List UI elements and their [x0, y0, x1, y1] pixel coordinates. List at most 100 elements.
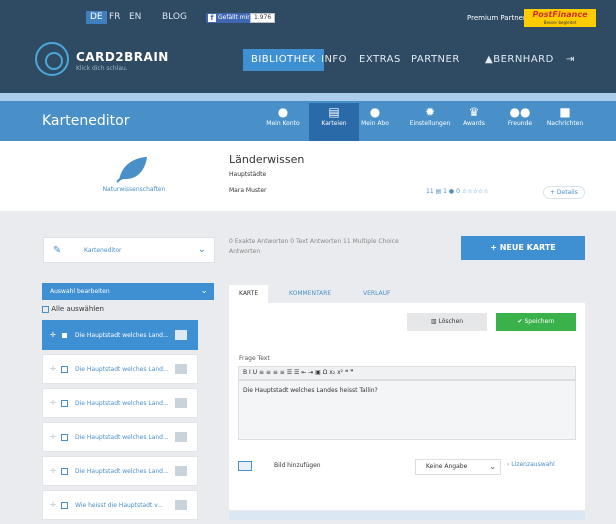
rich-text-toolbar[interactable]: B I U ≡ ≡ ≡ ≡ ☰ ☰ ⇤ ⇥ ▣ Ω x₂ x² ❝ ❞	[238, 366, 576, 380]
user-menu[interactable]: ▲BERNHARD	[485, 49, 554, 71]
menu-icon[interactable]	[175, 500, 187, 510]
list-item[interactable]: ✛ Die Hauptstadt welches Land...	[42, 388, 198, 418]
list-item[interactable]: ✛ Die Hauptstadt welches Land...	[42, 320, 198, 350]
delete-button[interactable]: ▥ Löschen	[407, 313, 487, 331]
list-item[interactable]: ✛ Wie heisst die Hauptstadt v...	[42, 490, 198, 520]
license-select-value: Keine Angabe	[426, 463, 468, 470]
tab-verlauf[interactable]: VERLAUF	[353, 285, 401, 303]
card-count: 11	[426, 188, 434, 195]
tab-freunde[interactable]: ●● Freunde	[495, 103, 545, 141]
menu-icon[interactable]	[175, 330, 187, 340]
subscription-icon: ●	[369, 105, 381, 119]
list-item[interactable]: ✛ Die Hauptstadt welches Land...	[42, 354, 198, 384]
select-all[interactable]: Alle auswählen	[42, 304, 104, 314]
drag-handle-icon[interactable]: ✛	[50, 365, 56, 373]
item-checkbox[interactable]	[61, 502, 68, 509]
brain-logo-icon[interactable]	[35, 42, 69, 76]
nav-info[interactable]: INFO	[321, 49, 347, 71]
blog-link[interactable]: BLOG	[162, 11, 187, 24]
tab-mein-abo[interactable]: ● Mein Abo	[350, 103, 400, 141]
language-de[interactable]: DE	[86, 11, 107, 24]
user-icon: ●	[448, 188, 455, 195]
main-header: CARD2BRAIN Klick dich schlau. BIBLIOTHEK…	[0, 33, 616, 93]
question-label: Frage Text	[239, 355, 270, 362]
item-checkbox[interactable]	[61, 366, 68, 373]
delete-label: Löschen	[438, 318, 464, 325]
trophy-icon: ♛	[468, 105, 480, 119]
tab-einstellungen[interactable]: ✹ Einstellungen	[405, 103, 455, 141]
select-all-checkbox[interactable]	[42, 305, 49, 313]
save-button[interactable]: ✔ Speichern	[496, 313, 576, 331]
question-textarea[interactable]: Die Hauptstadt welches Landes heisst Tal…	[238, 380, 576, 440]
tab-nachrichten[interactable]: ■ Nachrichten	[540, 103, 590, 141]
menu-icon[interactable]	[175, 466, 187, 476]
drag-handle-icon[interactable]: ✛	[50, 399, 56, 407]
select-edit-dropdown[interactable]: Auswahl bearbeiten ⌄	[42, 283, 214, 300]
license-link[interactable]: › Lizenzauswahl	[507, 461, 555, 468]
postfinance-name: PostFinance	[532, 10, 588, 19]
item-checkbox[interactable]	[61, 468, 68, 475]
editor-tabs: KARTE KOMMENTARE VERLAUF	[229, 285, 585, 303]
page-title: Karteneditor	[42, 113, 130, 129]
item-checkbox[interactable]	[61, 400, 68, 407]
user-name: BERNHARD	[493, 54, 554, 65]
tab-karte[interactable]: KARTE	[229, 285, 269, 303]
details-button[interactable]: + Details	[543, 186, 585, 199]
postfinance-slogan: Besser begleitet	[543, 20, 577, 25]
list-item[interactable]: ✛ Die Hauptstadt welches Land...	[42, 456, 198, 486]
list-item[interactable]: ✛ Die Hauptstadt welches Land...	[42, 422, 198, 452]
tab-awards[interactable]: ♛ Awards	[449, 103, 499, 141]
tab-label: Einstellungen	[409, 120, 451, 127]
menu-icon[interactable]	[175, 432, 187, 442]
leaf-icon	[116, 157, 147, 183]
pencil-icon: ✎	[53, 245, 62, 256]
language-en[interactable]: EN	[125, 11, 145, 24]
select-edit-label: Auswahl bearbeiten	[50, 288, 110, 295]
tab-label: Mein Abo	[361, 120, 389, 127]
tab-label: Nachrichten	[546, 120, 584, 127]
tab-kommentare[interactable]: KOMMENTARE	[279, 285, 341, 303]
logout-icon[interactable]: ⇥	[566, 49, 575, 71]
deck-author[interactable]: Mara Muster	[229, 187, 267, 194]
editor-dropdown-label: Karteneditor	[84, 247, 122, 254]
image-icon[interactable]	[238, 461, 252, 471]
editor-panel: ▥ Löschen ✔ Speichern Frage Text B I U ≡…	[229, 303, 585, 510]
nav-partner[interactable]: PARTNER	[411, 49, 460, 71]
item-text: Die Hauptstadt welches Land...	[75, 434, 169, 441]
menu-icon[interactable]	[175, 398, 187, 408]
deck-stats: 11 ▤ 1 ● 0 ☆☆☆☆☆	[426, 188, 489, 195]
user-icon: ●	[277, 105, 289, 119]
postfinance-logo[interactable]: PostFinance Besser begleitet	[524, 9, 596, 27]
drag-handle-icon[interactable]: ✛	[50, 467, 56, 475]
tab-label: Freunde	[507, 120, 533, 127]
star-rating-icon: ☆☆☆☆☆	[461, 188, 489, 195]
tab-mein-konto[interactable]: ● Mein Konto	[258, 103, 308, 141]
brand-tagline: Klick dich schlau.	[76, 65, 128, 72]
top-bar: DE FR EN BLOG f Gefällt mir 1.976 Premium…	[0, 0, 616, 33]
editor-band: Karteneditor ● Mein Konto ▤ Karteien ● Mein…	[0, 93, 616, 141]
facebook-icon: f	[208, 14, 216, 22]
item-checkbox[interactable]	[61, 332, 68, 339]
gear-icon: ✹	[424, 105, 436, 119]
editor-dropdown[interactable]: ✎ Karteneditor ⌄	[43, 237, 215, 263]
drag-handle-icon[interactable]: ✛	[50, 331, 56, 339]
nav-extras[interactable]: EXTRAS	[359, 49, 401, 71]
answer-type-counts: 0 Exakte Antworten 0 Text Antworten 11 M…	[229, 238, 399, 255]
facebook-like-button[interactable]: f Gefällt mir	[206, 13, 253, 23]
item-text: Die Hauptstadt welches Land...	[75, 332, 169, 339]
card-editor: KARTE KOMMENTARE VERLAUF ▥ Löschen ✔ Spe…	[229, 285, 585, 520]
drag-handle-icon[interactable]: ✛	[50, 501, 56, 509]
item-text: Die Hauptstadt welches Land...	[75, 468, 169, 475]
language-fr[interactable]: FR	[105, 11, 124, 24]
tab-label: Mein Konto	[266, 120, 300, 127]
deck-category[interactable]: Naturwissenschaften	[84, 186, 184, 193]
nav-bibliothek[interactable]: BIBLIOTHEK	[243, 49, 324, 71]
new-card-button[interactable]: + NEUE KARTE	[461, 236, 585, 260]
license-select[interactable]: Keine Angabe ⌄	[415, 459, 501, 475]
brand-name[interactable]: CARD2BRAIN	[76, 50, 169, 64]
menu-icon[interactable]	[175, 364, 187, 374]
item-checkbox[interactable]	[61, 434, 68, 441]
item-text: Die Hauptstadt welches Land...	[75, 400, 169, 407]
add-image-link[interactable]: Bild hinzufügen	[274, 462, 321, 469]
drag-handle-icon[interactable]: ✛	[50, 433, 56, 441]
